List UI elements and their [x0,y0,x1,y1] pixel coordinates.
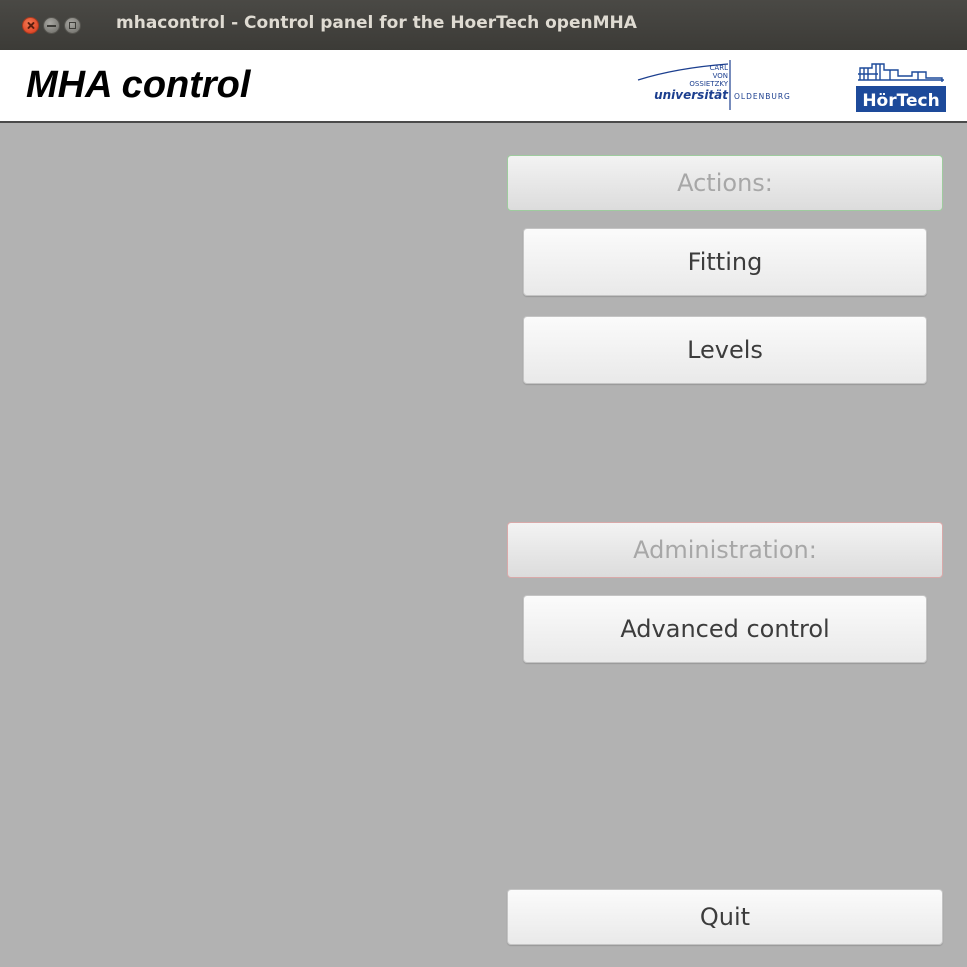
advanced-control-button[interactable]: Advanced control [523,595,927,663]
uni-logo-carl: CARL [710,64,729,72]
fitting-button[interactable]: Fitting [523,228,927,296]
uni-logo-von: VON [713,72,728,80]
uni-logo-universitaet: universität [654,88,729,102]
actions-section-label: Actions: [507,155,943,211]
hoertech-logo: HörTech [856,63,946,112]
app-title: MHA control [26,64,251,106]
quit-button[interactable]: Quit [507,889,943,945]
window-titlebar[interactable]: mhacontrol - Control panel for the HoerT… [0,0,967,50]
hoertech-logo-text: HörTech [862,91,939,111]
university-oldenburg-logo: CARL VON OSSIETZKY universität OLDENBURG [637,60,791,110]
app-window: mhacontrol - Control panel for the HoerT… [0,0,967,967]
window-title: mhacontrol - Control panel for the HoerT… [116,13,637,33]
levels-button[interactable]: Levels [523,316,927,384]
uni-logo-oldenburg: OLDENBURG [734,92,791,101]
uni-logo-ossietzky: OSSIETZKY [689,80,728,88]
header-banner: MHA control CARL VON OSSIETZKY universit… [0,50,967,123]
window-close-icon[interactable] [22,17,39,34]
window-maximize-icon[interactable] [64,17,81,34]
window-minimize-icon[interactable] [43,17,60,34]
administration-section-label: Administration: [507,522,943,578]
